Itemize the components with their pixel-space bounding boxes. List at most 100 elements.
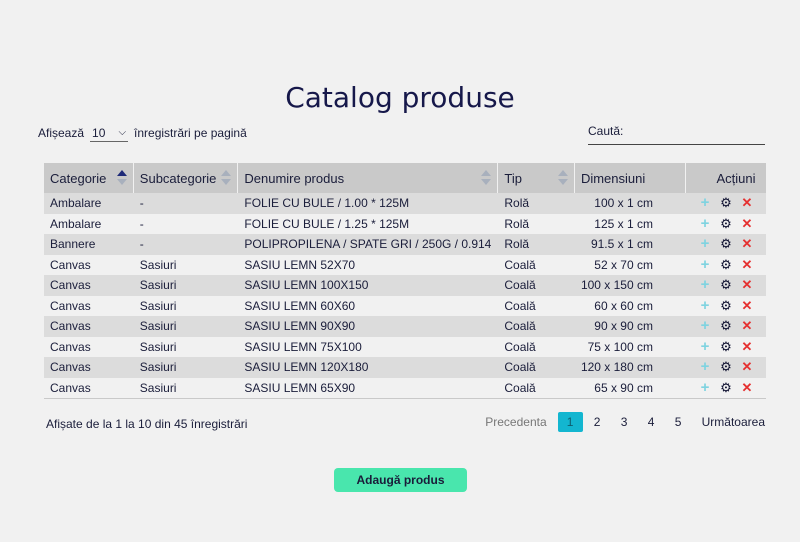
gear-icon[interactable]: ⚙ <box>718 381 734 394</box>
col-header-subcategorie[interactable]: Subcategorie <box>133 163 239 193</box>
page-button-4[interactable]: 4 <box>639 412 664 432</box>
show-label: Afișează <box>38 126 85 140</box>
cell-categorie: Ambalare <box>44 193 134 214</box>
page-size-value: 10 <box>92 125 106 140</box>
plus-icon[interactable]: + <box>697 318 713 333</box>
gear-icon[interactable]: ⚙ <box>718 360 734 373</box>
cell-subcategorie: Sasiuri <box>133 316 238 337</box>
cell-categorie: Canvas <box>44 295 134 316</box>
plus-icon[interactable]: + <box>697 380 713 395</box>
gear-icon[interactable]: ⚙ <box>718 217 734 230</box>
plus-icon[interactable]: + <box>697 339 713 354</box>
col-header-denumire[interactable]: Denumire produs <box>237 163 499 193</box>
table-info: Afișate de la 1 la 10 din 45 înregistrăr… <box>46 417 248 431</box>
plus-icon[interactable]: + <box>697 236 713 251</box>
gear-icon[interactable]: ⚙ <box>718 258 734 271</box>
plus-icon[interactable]: + <box>697 359 713 374</box>
gear-icon[interactable]: ⚙ <box>718 340 734 353</box>
cell-tip: Coală <box>497 316 575 337</box>
cell-actiuni: + ⚙ ✕ <box>685 357 766 378</box>
cell-dimensiuni: 60 x 60 cm <box>574 295 686 316</box>
close-icon[interactable]: ✕ <box>739 258 755 271</box>
table-row: Ambalare - FOLIE CU BULE / 1.25 * 125M Rolă… <box>44 213 766 234</box>
cell-subcategorie: Sasiuri <box>133 357 238 378</box>
page-button-3[interactable]: 3 <box>612 412 637 432</box>
cell-tip: Coală <box>497 336 575 357</box>
cell-dimensiuni: 125 x 1 cm <box>574 213 686 234</box>
search-box: Caută: <box>588 124 783 145</box>
page-button-2[interactable]: 2 <box>585 412 610 432</box>
cell-categorie: Canvas <box>44 357 134 378</box>
cell-tip: Rolă <box>497 213 575 234</box>
cell-denumire: SASIU LEMN 60X60 <box>237 295 498 316</box>
cell-denumire: SASIU LEMN 75X100 <box>237 336 498 357</box>
cell-actiuni: + ⚙ ✕ <box>685 234 766 255</box>
cell-tip: Coală <box>497 254 575 275</box>
page-size-control: Afișează 10 ⌵ înregistrări pe pagină <box>38 124 247 142</box>
page-button-1[interactable]: 1 <box>557 412 583 432</box>
cell-tip: Coală <box>497 275 575 296</box>
page-button-5[interactable]: 5 <box>666 412 691 432</box>
table-row: Canvas Sasiuri SASIU LEMN 120X180 Coală 120 … <box>44 357 766 378</box>
cell-actiuni: + ⚙ ✕ <box>685 213 766 234</box>
cell-actiuni: + ⚙ ✕ <box>685 336 766 357</box>
close-icon[interactable]: ✕ <box>739 340 755 353</box>
add-product-button[interactable]: Adaugă produs <box>334 468 467 492</box>
table-row: Canvas Sasiuri SASIU LEMN 52X70 Coală 52 x 7… <box>44 254 766 275</box>
plus-icon[interactable]: + <box>697 298 713 313</box>
cell-categorie: Canvas <box>44 254 134 275</box>
table-row: Canvas Sasiuri SASIU LEMN 60X60 Coală 60 x 6… <box>44 295 766 316</box>
col-header-tip[interactable]: Tip <box>497 163 575 193</box>
close-icon[interactable]: ✕ <box>739 360 755 373</box>
pagination: Precedenta 1 2 3 4 5 Următoarea <box>485 412 765 432</box>
cell-dimensiuni: 100 x 150 cm <box>574 275 686 296</box>
cell-denumire: FOLIE CU BULE / 1.25 * 125M <box>237 213 498 234</box>
cell-subcategorie: Sasiuri <box>133 295 238 316</box>
gear-icon[interactable]: ⚙ <box>718 196 734 209</box>
plus-icon[interactable]: + <box>697 277 713 292</box>
cell-denumire: SASIU LEMN 120X180 <box>237 357 498 378</box>
sort-icon <box>481 170 492 186</box>
cell-subcategorie: - <box>133 213 238 234</box>
search-label: Caută: <box>588 124 624 138</box>
cell-subcategorie: Sasiuri <box>133 275 238 296</box>
gear-icon[interactable]: ⚙ <box>718 237 734 250</box>
cell-denumire: SASIU LEMN 100X150 <box>237 275 498 296</box>
cell-dimensiuni: 52 x 70 cm <box>574 254 686 275</box>
cell-subcategorie: - <box>133 193 238 214</box>
prev-page-button[interactable]: Precedenta <box>485 415 546 429</box>
close-icon[interactable]: ✕ <box>739 381 755 394</box>
table-header-row: Categorie Subcategorie Denumire produs T… <box>44 163 766 193</box>
cell-dimensiuni: 91.5 x 1 cm <box>574 234 686 255</box>
col-header-categorie[interactable]: Categorie <box>44 163 134 193</box>
table-row: Canvas Sasiuri SASIU LEMN 75X100 Coală 75 x … <box>44 336 766 357</box>
plus-icon[interactable]: + <box>697 257 713 272</box>
table-row: Bannere - POLIPROPILENA / SPATE GRI / 250G… <box>44 234 766 255</box>
close-icon[interactable]: ✕ <box>739 196 755 209</box>
table-row: Canvas Sasiuri SASIU LEMN 100X150 Coală 100 … <box>44 275 766 296</box>
gear-icon[interactable]: ⚙ <box>718 319 734 332</box>
page-size-select[interactable]: 10 ⌵ <box>90 124 129 142</box>
close-icon[interactable]: ✕ <box>739 237 755 250</box>
col-header-actiuni: Acțiuni <box>685 163 766 193</box>
close-icon[interactable]: ✕ <box>739 278 755 291</box>
sort-icon <box>221 170 232 186</box>
next-page-button[interactable]: Următoarea <box>702 415 765 429</box>
sort-asc-icon <box>116 170 127 186</box>
close-icon[interactable]: ✕ <box>739 319 755 332</box>
close-icon[interactable]: ✕ <box>739 299 755 312</box>
cell-categorie: Ambalare <box>44 213 134 234</box>
cell-denumire: SASIU LEMN 65X90 <box>237 377 498 399</box>
cell-tip: Rolă <box>497 193 575 214</box>
close-icon[interactable]: ✕ <box>739 217 755 230</box>
gear-icon[interactable]: ⚙ <box>718 278 734 291</box>
cell-dimensiuni: 120 x 180 cm <box>574 357 686 378</box>
cell-actiuni: + ⚙ ✕ <box>685 275 766 296</box>
plus-icon[interactable]: + <box>697 216 713 231</box>
search-input[interactable] <box>627 124 783 140</box>
cell-subcategorie: Sasiuri <box>133 377 238 399</box>
col-header-dimensiuni[interactable]: Dimensiuni <box>574 163 686 193</box>
plus-icon[interactable]: + <box>697 195 713 210</box>
gear-icon[interactable]: ⚙ <box>718 299 734 312</box>
cell-actiuni: + ⚙ ✕ <box>685 377 766 399</box>
